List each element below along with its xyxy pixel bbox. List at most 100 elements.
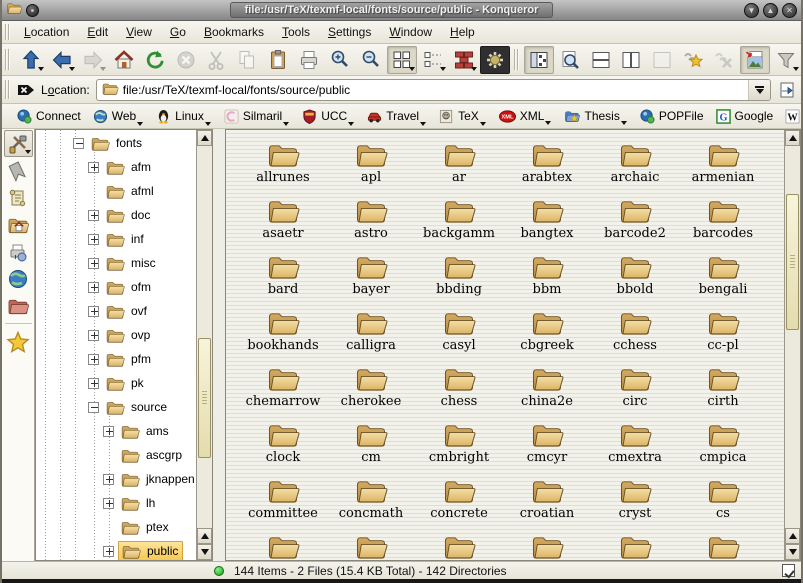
main-scroll-up2-button[interactable] xyxy=(785,528,800,544)
tree-expander[interactable] xyxy=(88,330,99,341)
tree-item[interactable]: pk xyxy=(37,371,195,395)
minimize-button[interactable]: ▼ xyxy=(744,3,759,18)
location-input[interactable] xyxy=(119,83,748,97)
tree-item[interactable]: lh xyxy=(37,491,195,515)
folder-item[interactable]: cmbright xyxy=(415,415,503,471)
menu-item[interactable]: Window xyxy=(380,23,441,41)
menu-item[interactable]: Edit xyxy=(78,23,117,41)
folder-item[interactable]: cbgreek xyxy=(503,303,591,359)
tree-item[interactable]: fonts xyxy=(37,131,195,155)
tree-expander[interactable] xyxy=(103,474,114,485)
home-button[interactable] xyxy=(109,46,139,74)
gear-button[interactable] xyxy=(480,46,510,74)
folder-item[interactable]: barcodes xyxy=(679,191,767,247)
locationbar-handle[interactable] xyxy=(5,80,10,99)
bookmark-google[interactable]: G Google xyxy=(711,107,779,126)
tree-scrollbar[interactable] xyxy=(196,130,212,560)
go-button[interactable] xyxy=(775,78,799,102)
folder-item[interactable]: chess xyxy=(415,359,503,415)
tree-scroll-up2-button[interactable] xyxy=(197,528,212,544)
folder-item[interactable]: asaetr xyxy=(239,191,327,247)
sticky-button[interactable] xyxy=(26,4,39,17)
menu-item[interactable]: Go xyxy=(161,23,195,41)
folder-item[interactable]: apl xyxy=(327,135,415,191)
image-preview-button[interactable] xyxy=(740,46,770,74)
tree-item[interactable]: ovp xyxy=(37,323,195,347)
menu-item[interactable]: Tools xyxy=(273,23,319,41)
find-file-button[interactable] xyxy=(555,46,585,74)
folder-item[interactable]: allrunes xyxy=(239,135,327,191)
sidebar-network-button[interactable] xyxy=(4,265,33,292)
tree-item[interactable]: source xyxy=(37,395,195,419)
folder-item[interactable]: cs xyxy=(679,471,767,527)
folder-item[interactable]: cryst xyxy=(591,471,679,527)
menubar-handle[interactable] xyxy=(5,24,10,39)
remove-view-button[interactable] xyxy=(647,46,677,74)
tree-scroll-down-button[interactable] xyxy=(197,544,212,560)
tree-item[interactable]: afm xyxy=(37,155,195,179)
folder-item[interactable]: croatian xyxy=(503,471,591,527)
new-tab-button[interactable] xyxy=(678,46,708,74)
folder-item[interactable]: circ xyxy=(591,359,679,415)
folder-item[interactable]: calligra xyxy=(327,303,415,359)
up-button[interactable] xyxy=(16,46,46,74)
bookmark-wikipedia[interactable]: W Wikipedia xyxy=(780,107,803,126)
cut-button[interactable] xyxy=(202,46,232,74)
tree-expander[interactable] xyxy=(103,426,114,437)
tree-expander[interactable] xyxy=(103,498,114,509)
main-scrollbar-thumb[interactable] xyxy=(786,194,799,330)
zoom-in-button[interactable] xyxy=(325,46,355,74)
folder-item[interactable] xyxy=(415,527,503,559)
paste-button[interactable] xyxy=(263,46,293,74)
folder-item[interactable]: chemarrow xyxy=(239,359,327,415)
sidebar-bookmark-flag-button[interactable] xyxy=(4,157,33,184)
back-button[interactable] xyxy=(47,46,77,74)
folder-item[interactable] xyxy=(679,527,767,559)
icon-view-button[interactable] xyxy=(387,46,417,74)
menu-item[interactable]: Location xyxy=(15,23,78,41)
bookmark-thesis[interactable]: Thesis xyxy=(559,107,632,125)
folder-item[interactable] xyxy=(503,527,591,559)
tree-expander[interactable] xyxy=(73,138,84,149)
tree-item[interactable]: pfm xyxy=(37,347,195,371)
folder-item[interactable]: bayer xyxy=(327,247,415,303)
folder-item[interactable]: cirth xyxy=(679,359,767,415)
folder-item[interactable]: arabtex xyxy=(503,135,591,191)
bookmark-connect[interactable]: Connect xyxy=(12,107,86,126)
split-left-right-button[interactable] xyxy=(616,46,646,74)
link-view-checkbox[interactable] xyxy=(782,564,795,577)
close-button[interactable]: ✕ xyxy=(782,3,797,18)
folder-item[interactable] xyxy=(327,527,415,559)
bookmark-xml[interactable]: XML XML xyxy=(494,107,558,125)
copy-button[interactable] xyxy=(232,46,262,74)
main-scrollbar[interactable] xyxy=(784,130,800,560)
filter-button[interactable] xyxy=(771,46,801,74)
tree-expander[interactable] xyxy=(88,282,99,293)
location-dropdown-button[interactable] xyxy=(748,80,770,100)
toolbar-handle[interactable] xyxy=(5,49,10,71)
folder-item[interactable]: ar xyxy=(415,135,503,191)
menu-item[interactable]: Bookmarks xyxy=(195,23,273,41)
folder-item[interactable]: bangtex xyxy=(503,191,591,247)
sidebar-history-button[interactable] xyxy=(4,184,33,211)
folder-item[interactable]: bbm xyxy=(503,247,591,303)
folder-item[interactable]: archaic xyxy=(591,135,679,191)
tree-scrollbar-thumb[interactable] xyxy=(198,338,211,458)
sidebar-root-folder-button[interactable] xyxy=(4,292,33,319)
folder-item[interactable]: bengali xyxy=(679,247,767,303)
folder-item[interactable]: cmcyr xyxy=(503,415,591,471)
tree-expander[interactable] xyxy=(88,354,99,365)
tree-item[interactable]: inf xyxy=(37,227,195,251)
folder-item[interactable]: cmextra xyxy=(591,415,679,471)
sidebar-services-button[interactable] xyxy=(4,238,33,265)
main-scroll-up-button[interactable] xyxy=(785,130,800,146)
tree-item[interactable]: ovf xyxy=(37,299,195,323)
tree-item[interactable]: ascgrp xyxy=(37,443,195,467)
maximize-button[interactable]: ▲ xyxy=(763,3,778,18)
print-button[interactable] xyxy=(294,46,324,74)
tree-scroll-up-button[interactable] xyxy=(197,130,212,146)
forward-button[interactable] xyxy=(78,46,108,74)
folder-item[interactable]: cherokee xyxy=(327,359,415,415)
close-tab-button[interactable] xyxy=(709,46,739,74)
tree-expander[interactable] xyxy=(88,378,99,389)
